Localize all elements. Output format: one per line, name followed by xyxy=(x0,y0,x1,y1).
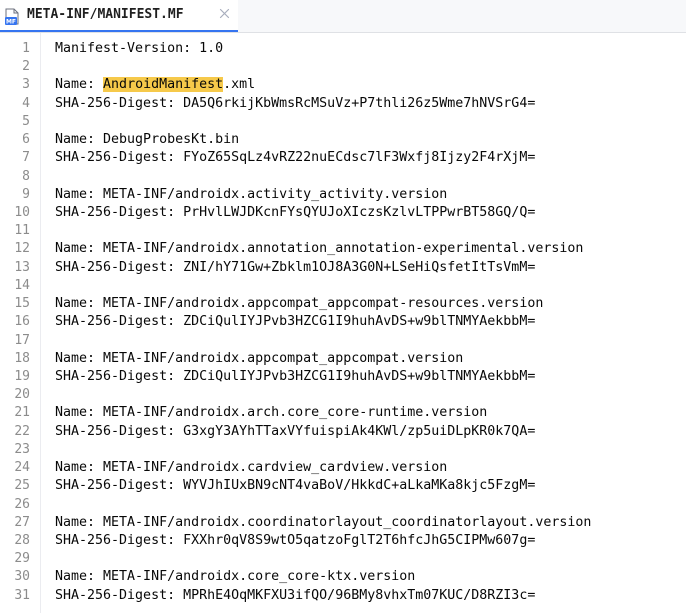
line-number: 28 xyxy=(14,532,30,548)
code-line[interactable]: SHA-256-Digest: PrHvlLWJDKcnFYsQYUJoXIcz… xyxy=(55,204,535,222)
line-number: 7 xyxy=(22,150,30,166)
code-line[interactable]: Name: META-INF/androidx.arch.core_core-r… xyxy=(55,404,487,422)
code-editor[interactable]: 1 2 3 4 5 6 7 8 9 10 11 12 13 14 15 16 17 18 19 20 21 22 23 24 2… xyxy=(0,33,686,613)
code-line[interactable]: SHA-256-Digest: MPRhE4OqMKFXU3ifQO/96BMy… xyxy=(55,587,535,605)
code-line[interactable]: Name: META-INF/androidx.coordinatorlayou… xyxy=(55,514,591,532)
line-number: 8 xyxy=(22,168,30,184)
line-number: 4 xyxy=(22,95,30,111)
line-number: 11 xyxy=(14,223,30,239)
code-line[interactable]: SHA-256-Digest: FXXhr0qV8S9wtO5qatzoFglT… xyxy=(55,532,535,550)
code-line[interactable]: Name: META-INF/androidx.cardview_cardvie… xyxy=(55,459,447,477)
code-line[interactable]: SHA-256-Digest: WYVJhIUxBN9cNT4vaBoV/Hkk… xyxy=(55,477,535,495)
svg-text:MF: MF xyxy=(6,19,16,26)
code-line[interactable]: Name: META-INF/androidx.appcompat_appcom… xyxy=(55,295,543,313)
code-line[interactable]: Name: META-INF/androidx.appcompat_appcom… xyxy=(55,350,463,368)
line-number: 18 xyxy=(14,350,30,366)
line-number: 10 xyxy=(14,205,30,220)
code-line[interactable]: SHA-256-Digest: ZDCiQulIYJPvb3HZCG1I9huh… xyxy=(55,368,535,386)
tab-title: META-INF/MANIFEST.MF xyxy=(27,7,184,22)
line-number: 27 xyxy=(14,514,30,530)
line-number: 23 xyxy=(14,441,30,457)
code-line[interactable]: SHA-256-Digest: ZDCiQulIYJPvb3HZCG1I9huh… xyxy=(55,313,535,331)
code-line[interactable]: Manifest-Version: 1.0 xyxy=(55,40,223,58)
gutter-divider xyxy=(40,33,41,613)
close-icon[interactable] xyxy=(219,8,230,19)
line-number: 14 xyxy=(14,277,30,293)
line-number: 25 xyxy=(14,478,30,494)
code-line[interactable]: SHA-256-Digest: G3xgY3AYhTTaxVYfuispiAk4… xyxy=(55,423,535,441)
line-number: 24 xyxy=(14,460,30,476)
code-line[interactable]: SHA-256-Digest: ZNI/hY71Gw+Zbklm1OJ8A3G0… xyxy=(55,259,535,277)
line-number: 3 xyxy=(22,77,30,93)
line-number: 31 xyxy=(14,587,30,603)
code-line[interactable]: Name: META-INF/androidx.core_core-ktx.ve… xyxy=(55,568,415,586)
line-number: 15 xyxy=(14,296,30,312)
line-number: 2 xyxy=(22,59,30,75)
line-number: 5 xyxy=(22,113,30,129)
code-line[interactable]: Name: DebugProbesKt.bin xyxy=(55,131,239,149)
manifest-file-icon: MF xyxy=(5,8,19,25)
line-number: 1 xyxy=(22,41,30,56)
code-line[interactable]: Name: META-INF/androidx.annotation_annot… xyxy=(55,240,583,258)
line-number: 21 xyxy=(14,405,30,421)
line-number: 30 xyxy=(14,569,30,585)
line-number: 20 xyxy=(14,387,30,403)
line-number: 26 xyxy=(14,496,30,512)
code-text: .xml xyxy=(223,77,256,93)
code-line[interactable]: SHA-256-Digest: DA5Q6rkijKbWmsRcMSuVz+P7… xyxy=(55,95,535,113)
search-match-highlight: AndroidManifest xyxy=(103,77,224,93)
tab-manifest-mf[interactable]: MF META-INF/MANIFEST.MF xyxy=(0,0,238,32)
line-number: 19 xyxy=(14,369,30,384)
code-text: Name: xyxy=(55,77,104,93)
line-number: 9 xyxy=(22,186,30,202)
line-number: 16 xyxy=(14,314,30,330)
line-number: 6 xyxy=(22,132,30,148)
code-line[interactable]: Name: AndroidManifest.xml xyxy=(55,76,255,94)
line-number: 17 xyxy=(14,332,30,348)
line-number: 22 xyxy=(14,423,30,439)
line-number: 12 xyxy=(14,241,30,257)
code-line[interactable]: Name: META-INF/androidx.activity_activit… xyxy=(55,186,447,204)
line-number-gutter: 1 2 3 4 5 6 7 8 9 10 11 12 13 14 15 16 17 18 19 20 21 22 23 24 2… xyxy=(0,33,40,613)
line-number: 13 xyxy=(14,259,30,275)
code-line[interactable]: SHA-256-Digest: FYoZ65SqLz4vRZ22nuECdsc7… xyxy=(55,149,535,167)
line-number: 29 xyxy=(14,551,30,567)
editor-tab-bar: MF META-INF/MANIFEST.MF xyxy=(0,0,686,33)
